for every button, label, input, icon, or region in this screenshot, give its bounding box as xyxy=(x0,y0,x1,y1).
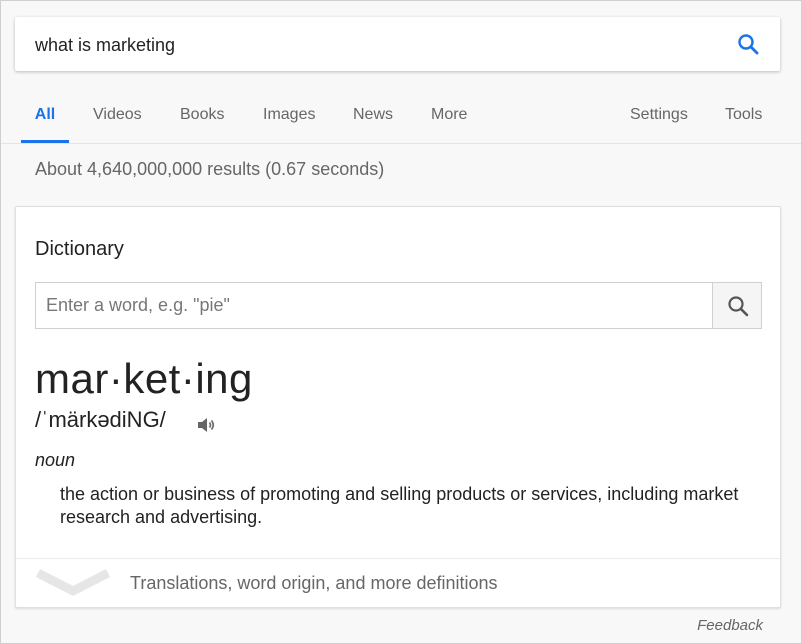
search-query[interactable]: what is marketing xyxy=(35,35,175,56)
tab-all[interactable]: All xyxy=(21,97,69,143)
search-tabs: All Videos Books Images News More Settin… xyxy=(1,97,801,144)
result-stats: About 4,640,000,000 results (0.67 second… xyxy=(35,159,385,179)
tab-images[interactable]: Images xyxy=(263,97,315,143)
headword: mar·ket·ing xyxy=(35,355,253,402)
chevron-down-icon xyxy=(35,569,111,597)
search-icon xyxy=(728,296,749,317)
pronunciation: /ˈmärkədiNG/ xyxy=(35,407,166,432)
tab-more[interactable]: More xyxy=(431,97,467,143)
feedback-link[interactable]: Feedback xyxy=(697,617,763,634)
tab-news[interactable]: News xyxy=(353,97,393,143)
part-of-speech: noun xyxy=(35,450,76,470)
tools-link[interactable]: Tools xyxy=(725,97,762,143)
settings-link[interactable]: Settings xyxy=(630,97,688,143)
search-icon[interactable] xyxy=(736,32,760,56)
speaker-icon[interactable] xyxy=(196,416,216,434)
tab-videos[interactable]: Videos xyxy=(93,97,142,143)
dictionary-search-box xyxy=(35,282,762,329)
search-box[interactable]: what is marketing xyxy=(15,17,780,71)
dictionary-search-button[interactable] xyxy=(712,283,761,328)
definition: the action or business of promoting and … xyxy=(60,484,739,527)
more-definitions-label: Translations, word origin, and more defi… xyxy=(130,573,498,593)
dictionary-search-input[interactable] xyxy=(36,283,713,328)
more-definitions-toggle[interactable]: Translations, word origin, and more defi… xyxy=(16,558,780,608)
tab-books[interactable]: Books xyxy=(180,97,224,143)
dictionary-title: Dictionary xyxy=(35,238,124,260)
dictionary-card: Dictionary mar·ket·ing /ˈmärkədiNG/ noun… xyxy=(15,206,781,608)
